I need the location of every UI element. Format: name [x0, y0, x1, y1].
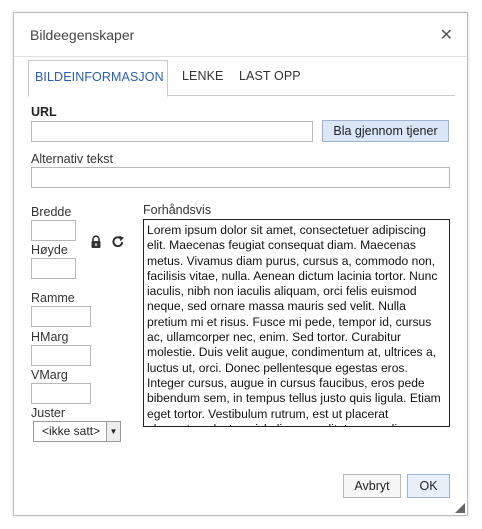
preview-text: Lorem ipsum dolor sit amet, consectetuer…	[147, 223, 441, 426]
lock-icon[interactable]	[89, 235, 103, 249]
tab-image-info[interactable]: BILDEINFORMASJON	[28, 60, 168, 97]
align-selected-value: <ikke satt>	[42, 424, 101, 438]
dialog-title: Bildeegenskaper	[30, 27, 135, 43]
image-properties-dialog: Bildeegenskaper ✕ BILDEINFORMASJON LENKE…	[13, 12, 468, 516]
align-select[interactable]: <ikke satt> ▼	[33, 421, 121, 442]
preview-label: Forhåndsvis	[143, 203, 212, 217]
dialog-titlebar: Bildeegenskaper ✕	[14, 13, 467, 57]
tab-bar: BILDEINFORMASJON LENKE LAST OPP	[28, 58, 455, 97]
tab-upload[interactable]: LAST OPP	[233, 60, 307, 97]
resize-grip-icon[interactable]	[455, 503, 465, 513]
chevron-down-icon[interactable]: ▼	[106, 422, 120, 441]
preview-box: Lorem ipsum dolor sit amet, consectetuer…	[143, 219, 450, 427]
close-icon[interactable]: ✕	[440, 25, 453, 44]
border-input[interactable]	[31, 306, 91, 327]
border-label: Ramme	[31, 291, 75, 305]
alt-text-label: Alternativ tekst	[31, 152, 113, 166]
align-label: Juster	[31, 406, 66, 420]
vspace-label: VMarg	[31, 368, 68, 382]
hspace-input[interactable]	[31, 345, 91, 366]
vspace-input[interactable]	[31, 383, 91, 404]
browse-server-button[interactable]: Bla gjennom tjener	[322, 120, 449, 142]
hspace-label: HMarg	[31, 330, 69, 344]
tab-link[interactable]: LENKE	[176, 60, 230, 97]
width-label: Bredde	[31, 205, 72, 219]
url-label: URL	[31, 105, 57, 119]
url-input[interactable]	[31, 121, 313, 142]
cancel-button[interactable]: Avbryt	[343, 474, 401, 498]
height-label: Høyde	[31, 243, 68, 257]
height-input[interactable]	[31, 258, 76, 279]
width-input[interactable]	[31, 220, 76, 241]
reset-icon[interactable]	[111, 235, 125, 249]
alt-text-input[interactable]	[31, 167, 450, 188]
ok-button[interactable]: OK	[407, 474, 450, 498]
